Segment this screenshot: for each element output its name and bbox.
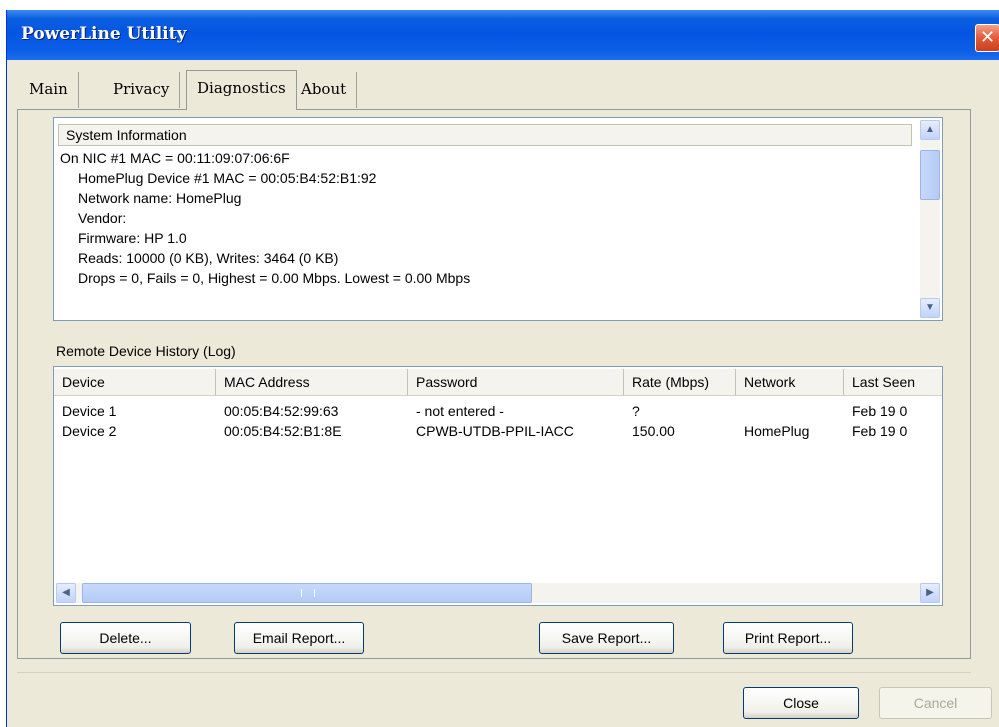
email-report-button[interactable]: Email Report... <box>234 622 364 654</box>
scroll-left-icon[interactable]: ◀ <box>56 583 76 603</box>
column-header-mac[interactable]: MAC Address <box>216 369 408 395</box>
list-horizontal-scrollbar[interactable]: ◀ ▶ <box>56 583 940 603</box>
divider <box>17 672 971 673</box>
cell-password: CPWB-UTDB-PPIL-IACC <box>416 423 574 439</box>
cell-network: HomePlug <box>744 423 810 439</box>
firmware-line: Firmware: HP 1.0 <box>78 230 187 246</box>
system-information-text: On NIC #1 MAC = 00:11:09:07:06:6F HomePl… <box>60 148 470 288</box>
tab-main[interactable]: Main <box>19 72 79 108</box>
nic-mac-line: On NIC #1 MAC = 00:11:09:07:06:6F <box>60 150 290 166</box>
close-button[interactable]: Close <box>743 687 859 719</box>
scroll-down-icon[interactable]: ▼ <box>920 298 940 318</box>
cancel-button: Cancel <box>879 687 992 719</box>
table-row[interactable]: Device 1 00:05:B4:52:99:63 - not entered… <box>54 403 942 423</box>
delete-button[interactable]: Delete... <box>60 622 191 654</box>
cell-mac: 00:05:B4:52:B1:8E <box>224 423 342 439</box>
cell-last-seen: Feb 19 0 <box>852 423 908 439</box>
remote-device-list[interactable]: Device MAC Address Password Rate (Mbps) … <box>53 366 943 606</box>
horizontal-scrollbar-thumb[interactable] <box>82 583 532 603</box>
cell-device: Device 1 <box>62 403 117 419</box>
column-header-password[interactable]: Password <box>408 369 624 395</box>
tab-about[interactable]: About <box>291 72 358 108</box>
system-information-box[interactable]: System Information On NIC #1 MAC = 00:11… <box>53 117 943 321</box>
scroll-up-icon[interactable]: ▲ <box>920 120 940 140</box>
column-header-rate[interactable]: Rate (Mbps) <box>624 369 736 395</box>
cell-device: Device 2 <box>62 423 117 439</box>
table-row[interactable]: Device 2 00:05:B4:52:B1:8E CPWB-UTDB-PPI… <box>54 423 942 443</box>
scrollbar-thumb[interactable] <box>920 150 940 200</box>
list-header: Device MAC Address Password Rate (Mbps) … <box>54 369 942 396</box>
cell-last-seen: Feb 19 0 <box>852 403 908 419</box>
save-report-button[interactable]: Save Report... <box>539 622 674 654</box>
network-name-line: Network name: HomePlug <box>78 190 242 206</box>
scrollbar-grip-icon <box>301 589 315 597</box>
tab-diagnostics[interactable]: Diagnostics <box>186 70 297 110</box>
remote-history-label: Remote Device History (Log) <box>56 343 236 359</box>
scroll-right-icon[interactable]: ▶ <box>920 583 940 603</box>
print-report-button[interactable]: Print Report... <box>723 622 853 654</box>
close-window-icon[interactable]: ✕ <box>975 24 999 52</box>
title-bar[interactable]: PowerLine Utility ✕ <box>7 10 999 60</box>
cell-rate: ? <box>632 403 640 419</box>
device-mac-line: HomePlug Device #1 MAC = 00:05:B4:52:B1:… <box>78 170 377 186</box>
vendor-line: Vendor: <box>78 210 127 226</box>
column-header-last-seen[interactable]: Last Seen <box>844 369 942 395</box>
tab-privacy[interactable]: Privacy <box>103 72 181 108</box>
system-information-header[interactable]: System Information <box>58 124 912 146</box>
cell-mac: 00:05:B4:52:99:63 <box>224 403 339 419</box>
drops-fails-line: Drops = 0, Fails = 0, Highest = 0.00 Mbp… <box>78 270 471 286</box>
cell-password: - not entered - <box>416 403 504 419</box>
cell-rate: 150.00 <box>632 423 675 439</box>
reads-writes-line: Reads: 10000 (0 KB), Writes: 3464 (0 KB) <box>78 250 339 266</box>
powerline-utility-window: PowerLine Utility ✕ Main Privacy Diagnos… <box>6 10 999 727</box>
column-header-device[interactable]: Device <box>54 369 216 395</box>
window-title: PowerLine Utility <box>21 24 187 44</box>
system-info-scrollbar[interactable]: ▲ ▼ <box>920 120 940 318</box>
column-header-network[interactable]: Network <box>736 369 844 395</box>
